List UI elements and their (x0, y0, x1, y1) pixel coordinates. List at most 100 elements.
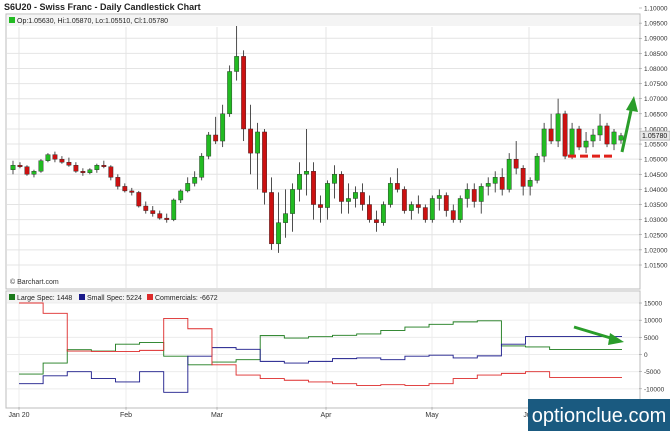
candle-body (415, 204, 421, 208)
candle-body (255, 131, 260, 154)
candle-body (604, 125, 610, 145)
candle-body (136, 192, 142, 207)
price-tick-label: 1.05000 (644, 157, 668, 164)
candle-body (143, 205, 149, 211)
candle-body (394, 183, 400, 190)
x-tick-label: May (425, 412, 439, 419)
candle-body (380, 204, 386, 223)
candle-body (492, 177, 498, 184)
source-label: © Barchart.com (10, 278, 59, 286)
candle (227, 65, 233, 117)
candle-body (101, 165, 107, 167)
candle-body (360, 192, 365, 205)
price-tick-label: 1.03500 (644, 202, 668, 209)
candle-body (464, 189, 470, 199)
candle-body (199, 155, 205, 178)
price-tick-label: 1.07000 (644, 96, 668, 103)
x-tick-label: Feb (120, 412, 132, 419)
candle-body (213, 134, 219, 142)
candle-body (562, 113, 568, 157)
candle-body (304, 171, 309, 175)
candle (171, 198, 177, 222)
x-axis: Jan 20FebMarAprMayJun (8, 407, 535, 419)
candle-body (555, 113, 561, 142)
candle (199, 153, 205, 181)
candle-body (506, 158, 512, 190)
candle-body (66, 161, 72, 166)
candle-body (157, 213, 163, 219)
cot-tick-label: -5000 (644, 369, 661, 376)
candle-body (73, 165, 79, 172)
candle-body (569, 128, 575, 157)
candle-body (590, 134, 596, 142)
candle (506, 153, 512, 193)
candle-body (527, 180, 533, 187)
candle (604, 122, 610, 148)
candle (457, 195, 463, 223)
candle (562, 110, 568, 160)
candle (241, 50, 247, 142)
candle (576, 125, 582, 151)
cot-panel (5, 290, 641, 409)
candle-body (269, 192, 274, 245)
ohlc-series-swatch (9, 17, 15, 23)
candle (136, 190, 142, 208)
last-price-label: 1.05780 (642, 133, 667, 140)
candle-body (499, 177, 505, 190)
candle-body (150, 210, 156, 214)
candle-body (401, 189, 407, 211)
candle (380, 201, 386, 226)
candle-body (429, 198, 435, 220)
candle-body (471, 189, 477, 202)
candle-body (618, 135, 624, 141)
candle-body (115, 177, 121, 187)
candle-body (548, 128, 554, 142)
candle-body (436, 195, 442, 199)
price-tick-label: 1.05500 (644, 142, 668, 149)
candle (534, 153, 540, 184)
candle-body (534, 155, 540, 181)
candle-body (611, 131, 617, 145)
price-tick-label: 1.09500 (644, 21, 668, 28)
watermark-text: optionclue.com (532, 405, 667, 427)
cot-tick-label: 5000 (644, 335, 659, 342)
candle (38, 159, 44, 173)
candle-body (318, 204, 323, 208)
candle-body (541, 128, 547, 157)
candle-body (52, 154, 58, 160)
candle-body (17, 165, 23, 167)
candle-body (367, 204, 372, 220)
candle-body (248, 128, 254, 154)
candle-body (387, 183, 393, 205)
legend-swatch-commercials (147, 294, 153, 300)
candle-body (171, 199, 177, 220)
candle-body (283, 213, 288, 223)
legend-large-spec: Large Spec: 1448 (17, 295, 72, 302)
candle-body (311, 171, 316, 205)
candle-body (227, 71, 233, 115)
candle-body (457, 198, 463, 220)
candle-body (262, 131, 267, 193)
candle-body (185, 183, 191, 192)
candle-body (122, 186, 128, 192)
price-tick-label: 1.03000 (644, 217, 668, 224)
candle-body (297, 174, 302, 190)
candle-body (108, 166, 114, 178)
x-tick-label: Mar (211, 412, 224, 419)
price-tick-label: 1.04500 (644, 172, 668, 179)
candle-body (80, 171, 86, 173)
candle-body (59, 158, 65, 163)
candle-body (325, 183, 330, 208)
candle-body (450, 210, 456, 220)
cot-tick-label: 10000 (644, 318, 662, 325)
candle (401, 186, 407, 214)
candle (429, 195, 435, 223)
candle-body (422, 207, 428, 220)
candle (541, 122, 547, 163)
cot-tick-label: 0 (644, 352, 648, 359)
candle-body (339, 174, 344, 202)
price-tick-label: 1.02500 (644, 232, 668, 239)
price-tick-label: 1.10000 (644, 6, 668, 13)
candle-body (24, 166, 30, 175)
candle-body (220, 113, 226, 142)
